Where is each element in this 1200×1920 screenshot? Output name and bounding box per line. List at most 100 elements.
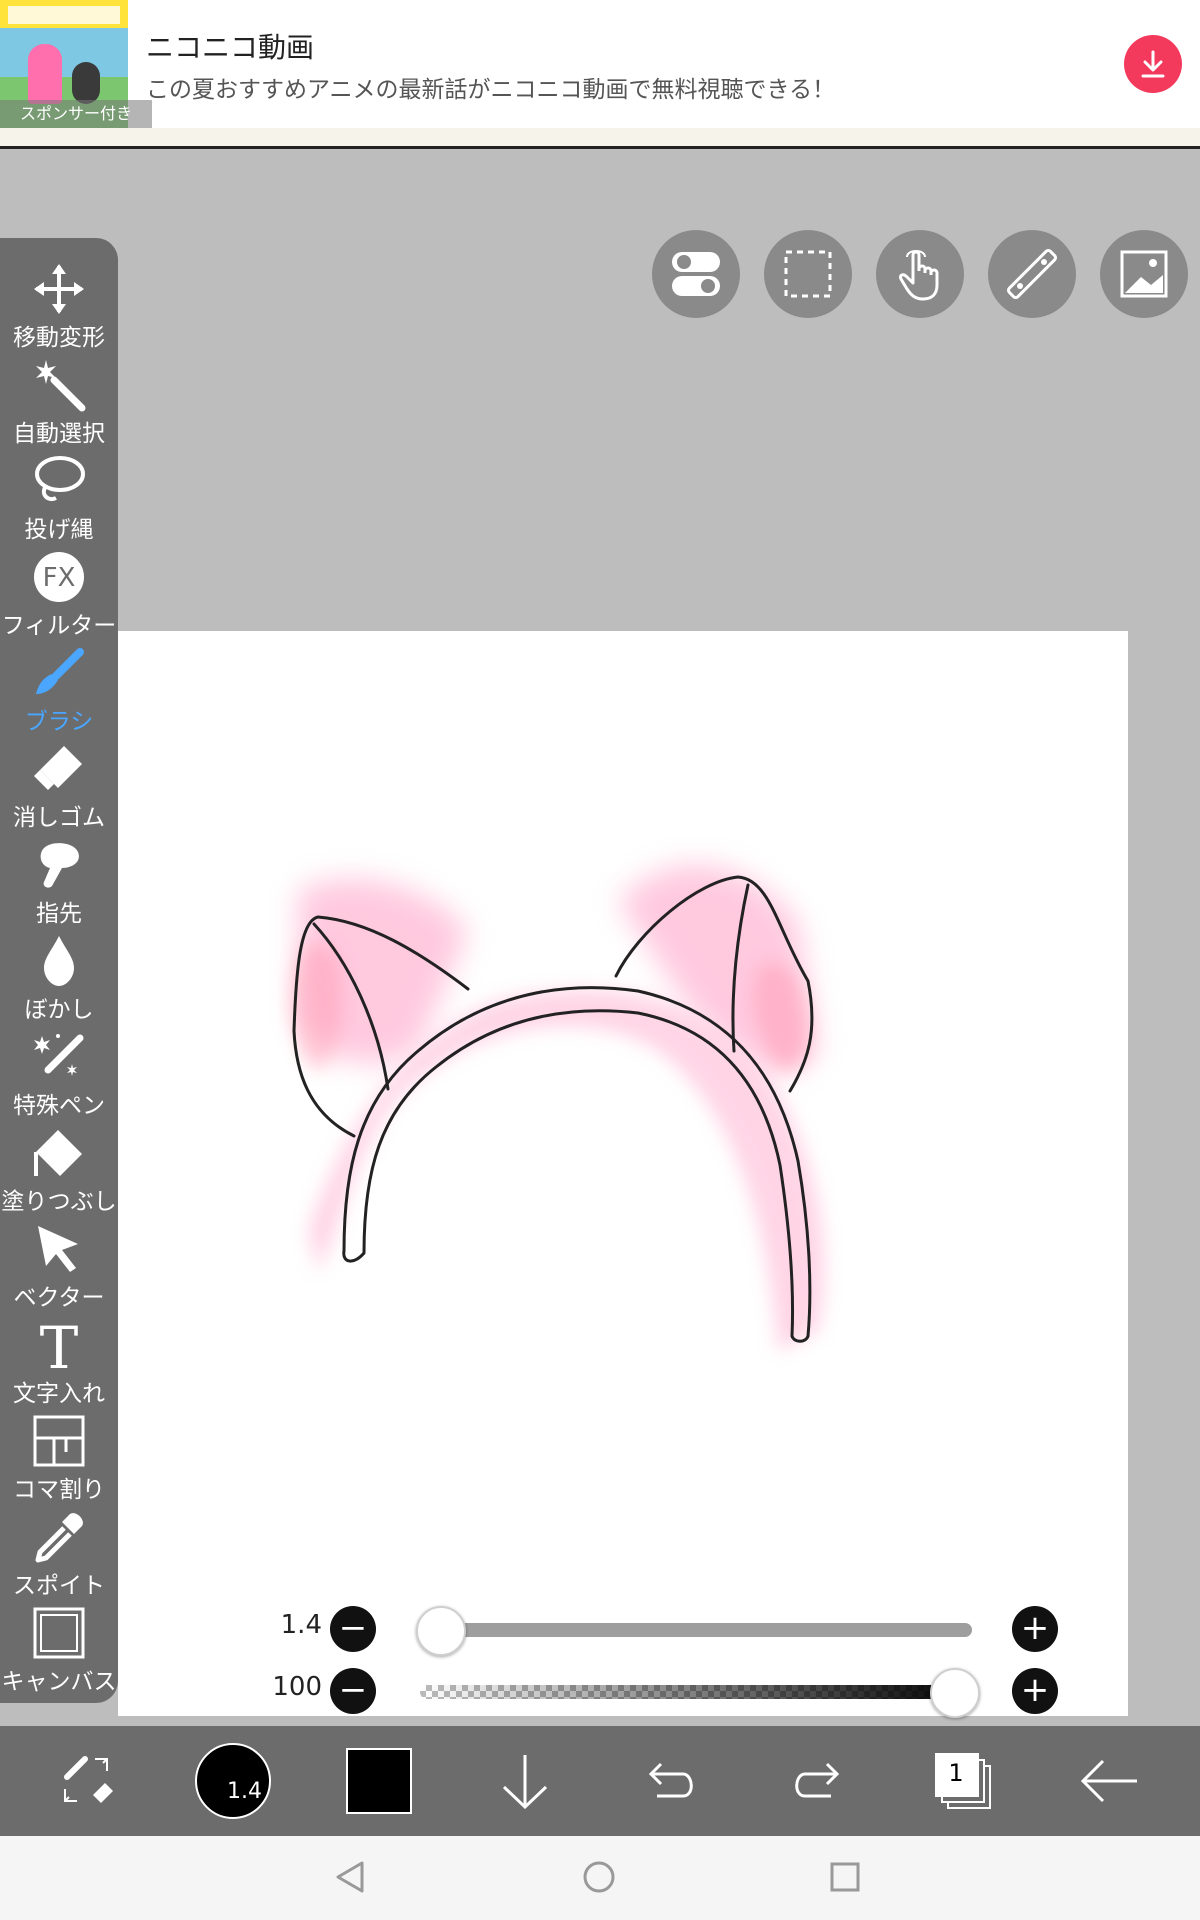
selection-button[interactable] — [764, 230, 852, 318]
finger-smudge-icon — [40, 843, 79, 888]
ruler-icon — [1007, 249, 1057, 299]
size-increase-button[interactable]: + — [1012, 1606, 1058, 1652]
redo-button[interactable] — [770, 1734, 864, 1828]
ad-banner[interactable]: スポンサー付き ニコニコ動画 この夏おすすめアニメの最新話がニコニコ動画で無料視… — [0, 0, 1200, 149]
nav-home-button[interactable] — [574, 1852, 624, 1902]
tool-finger[interactable]: 指先 — [0, 834, 118, 930]
tool-brush[interactable]: ブラシ — [0, 642, 118, 738]
tool-label: フィルター — [1, 613, 117, 639]
brush-size-button[interactable]: 1.4 — [186, 1734, 280, 1828]
tool-blur[interactable]: ぼかし — [0, 930, 118, 1026]
image-button[interactable] — [1100, 230, 1188, 318]
tool-eraser[interactable]: 消しゴム — [0, 738, 118, 834]
opacity-decrease-button[interactable]: − — [330, 1668, 376, 1714]
fill-bucket-icon — [34, 1130, 82, 1176]
tool-text[interactable]: T 文字入れ — [0, 1314, 118, 1410]
tool-lasso[interactable]: 投げ縄 — [0, 450, 118, 546]
toggle-settings-icon — [672, 252, 720, 296]
tool-label: ブラシ — [24, 709, 94, 735]
swap-tool-button[interactable] — [40, 1734, 134, 1828]
blur-drop-icon — [44, 936, 74, 986]
tool-vector[interactable]: ベクター — [0, 1218, 118, 1314]
undo-button[interactable] — [624, 1734, 718, 1828]
eraser-icon — [34, 746, 82, 790]
opacity-track[interactable] — [420, 1685, 972, 1699]
toggle-settings-button[interactable] — [652, 230, 740, 318]
image-icon — [1120, 250, 1168, 298]
tool-label: コマ割り — [13, 1477, 105, 1503]
minus-icon: − — [338, 1608, 368, 1648]
tool-label: 投げ縄 — [24, 517, 94, 543]
tool-eyedropper[interactable]: スポイト — [0, 1506, 118, 1602]
layers-button[interactable]: 1 — [916, 1734, 1010, 1828]
cat-ear-headband-drawing — [291, 864, 825, 1351]
brush-size-label: 1.4 — [227, 1779, 262, 1804]
bottom-toolbar: 1.4 1 — [0, 1726, 1200, 1836]
tool-label: 塗りつぶし — [1, 1189, 117, 1215]
brush-size-knob[interactable] — [416, 1606, 466, 1656]
tool-label: 自動選択 — [13, 421, 105, 447]
download-layer-button[interactable] — [478, 1734, 572, 1828]
triangle-back-icon — [336, 1861, 364, 1893]
tool-filter[interactable]: FX フィルター — [0, 546, 118, 642]
move-transform-icon — [34, 264, 84, 314]
vector-arrow-icon — [38, 1226, 78, 1272]
lasso-icon — [35, 456, 85, 501]
drawing-canvas[interactable] — [118, 631, 1128, 1716]
brush-size-slider-row: 1.4 − + — [260, 1604, 1060, 1656]
primary-color-swatch — [346, 1748, 412, 1814]
undo-icon — [648, 1762, 693, 1798]
plus-icon: + — [1020, 1670, 1050, 1710]
ad-bottom-strip — [0, 128, 1200, 146]
brush-size-track[interactable] — [420, 1623, 972, 1637]
arrow-down-icon — [502, 1755, 548, 1809]
opacity-value: 100 — [272, 1672, 322, 1702]
tool-label: ぼかし — [24, 997, 94, 1023]
ad-description[interactable]: この夏おすすめアニメの最新話がニコニコ動画で無料視聴できる！ — [146, 70, 835, 104]
opacity-increase-button[interactable]: + — [1012, 1668, 1058, 1714]
swap-pen-eraser-icon — [64, 1756, 113, 1803]
system-navbar — [0, 1836, 1200, 1920]
touch-mode-button[interactable] — [876, 230, 964, 318]
arrow-left-icon — [1080, 1759, 1137, 1803]
download-icon — [1141, 50, 1165, 78]
ad-title[interactable]: ニコニコ動画 — [146, 26, 314, 66]
tool-auto-select[interactable]: 自動選択 — [0, 354, 118, 450]
download-button[interactable] — [1124, 35, 1182, 93]
brush-size-value: 1.4 — [280, 1610, 322, 1640]
brush-icon — [36, 648, 84, 694]
square-recents-icon — [830, 1862, 860, 1892]
plus-icon: + — [1020, 1608, 1050, 1648]
tool-label: キャンバス — [1, 1669, 117, 1695]
color-button[interactable] — [332, 1734, 426, 1828]
svg-text:FX: FX — [43, 563, 76, 593]
filter-fx-icon: FX — [34, 552, 84, 602]
opacity-slider-row: 100 − + — [260, 1666, 1060, 1718]
ruler-button[interactable] — [988, 230, 1076, 318]
back-button[interactable] — [1062, 1734, 1156, 1828]
circle-home-icon — [583, 1861, 615, 1893]
redo-icon — [795, 1762, 840, 1798]
layer-count: 1 — [948, 1759, 964, 1787]
tool-label: 指先 — [36, 901, 82, 927]
canvas-icon — [33, 1607, 85, 1659]
tool-label: 特殊ペン — [13, 1093, 105, 1119]
tool-special-pen[interactable]: 特殊ペン — [0, 1026, 118, 1122]
tool-fill[interactable]: 塗りつぶし — [0, 1122, 118, 1218]
tool-label: 消しゴム — [13, 805, 105, 831]
selection-rect-icon — [784, 250, 832, 298]
svg-text:T: T — [40, 1318, 79, 1372]
size-decrease-button[interactable]: − — [330, 1606, 376, 1652]
tool-label: 移動変形 — [13, 325, 105, 351]
tool-panel-divide[interactable]: コマ割り — [0, 1410, 118, 1506]
tool-canvas[interactable]: キャンバス — [0, 1602, 118, 1698]
nav-back-button[interactable] — [326, 1852, 376, 1902]
tool-label: 文字入れ — [13, 1381, 105, 1407]
ad-sponsor-label: スポンサー付き — [0, 100, 152, 128]
tool-label: スポイト — [13, 1573, 105, 1599]
nav-recents-button[interactable] — [820, 1852, 870, 1902]
tool-label: ベクター — [13, 1285, 105, 1311]
tool-sidebar: 移動変形 自動選択 投げ縄 FX フィルター ブラシ 消しゴム 指先 ぼかし 特… — [0, 238, 118, 1703]
opacity-knob[interactable] — [930, 1668, 980, 1718]
tool-move-transform[interactable]: 移動変形 — [0, 258, 118, 354]
